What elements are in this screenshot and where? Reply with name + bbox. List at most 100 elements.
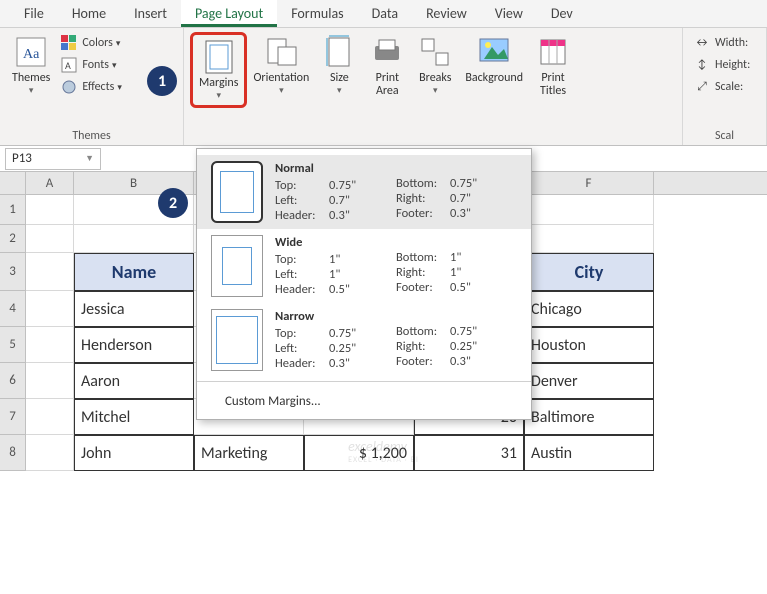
height-control[interactable]: ↕Height: [689, 54, 754, 76]
custom-margins-item[interactable]: Custom Margins... [197, 386, 531, 413]
cell-city[interactable]: Chicago [524, 291, 654, 327]
background-icon [476, 34, 512, 70]
print-titles-icon [535, 34, 571, 70]
tab-insert[interactable]: Insert [120, 0, 181, 27]
cell[interactable] [26, 399, 74, 435]
select-all-corner[interactable] [0, 172, 26, 194]
tab-file[interactable]: File [10, 0, 58, 27]
ribbon-tabs: File Home Insert Page Layout Formulas Da… [0, 0, 767, 28]
effects-button[interactable]: Effects▾ [56, 76, 125, 98]
cell-name[interactable]: Jessica [74, 291, 194, 327]
row-header[interactable]: 3 [0, 253, 26, 291]
cell-name[interactable]: Aaron [74, 363, 194, 399]
themes-icon: Aa [13, 34, 49, 70]
cell[interactable] [26, 253, 74, 291]
row-header[interactable]: 2 [0, 225, 26, 253]
chevron-down-icon: ▾ [433, 85, 438, 96]
cell[interactable] [26, 363, 74, 399]
group-scale: ↔Width: ↕Height: ⤢Scale: Scal [683, 28, 767, 145]
cell-name[interactable]: John [74, 435, 194, 471]
svg-text:A: A [65, 59, 71, 72]
margin-option-normal[interactable]: Normal Top:0.75" Left:0.7" Header:0.3" B… [197, 155, 531, 229]
fonts-button[interactable]: AFonts▾ [56, 54, 125, 76]
margins-button[interactable]: Margins ▾ [190, 32, 247, 108]
cell-dept[interactable]: Marketing [194, 435, 304, 471]
themes-button[interactable]: Aa Themes ▾ [6, 32, 56, 98]
cell-age[interactable]: 31 [414, 435, 524, 471]
colors-button[interactable]: Colors▾ [56, 32, 125, 54]
margin-option-narrow[interactable]: Narrow Top:0.75" Left:0.25" Header:0.3" … [197, 303, 531, 377]
cell[interactable] [26, 195, 74, 225]
fonts-icon: A [60, 56, 78, 74]
tab-page-layout[interactable]: Page Layout [181, 0, 277, 27]
callout-badge-1: 1 [147, 66, 177, 96]
table-header-city[interactable]: City [524, 253, 654, 291]
cell[interactable] [26, 435, 74, 471]
group-page-setup: Margins ▾ Orientation ▾ Size ▾ Print Are… [184, 28, 683, 145]
width-control[interactable]: ↔Width: [689, 32, 752, 54]
cell-name[interactable]: Mitchel [74, 399, 194, 435]
cell-name[interactable]: Henderson [74, 327, 194, 363]
group-label-themes: Themes [6, 127, 177, 143]
cell[interactable] [524, 195, 654, 225]
margins-dropdown: Normal Top:0.75" Left:0.7" Header:0.3" B… [196, 148, 532, 420]
row-header[interactable]: 6 [0, 363, 26, 399]
cell[interactable] [26, 225, 74, 253]
effects-icon [60, 78, 78, 96]
margins-icon [201, 39, 237, 75]
row-header[interactable]: 1 [0, 195, 26, 225]
callout-badge-2: 2 [158, 188, 188, 218]
cell[interactable] [74, 225, 194, 253]
cell-city[interactable]: Austin [524, 435, 654, 471]
breaks-icon [417, 34, 453, 70]
background-button[interactable]: Background [459, 32, 529, 87]
width-icon: ↔ [693, 34, 711, 52]
cell[interactable] [26, 291, 74, 327]
margin-option-wide[interactable]: Wide Top:1" Left:1" Header:0.5" Bottom:1… [197, 229, 531, 303]
cell-city[interactable]: Baltimore [524, 399, 654, 435]
margin-preview-icon [211, 161, 263, 223]
colors-icon [60, 34, 78, 52]
chevron-down-icon: ▾ [337, 85, 342, 96]
chevron-down-icon: ▾ [216, 90, 221, 101]
watermark: exceldemyEXCEL · DATA · BI [348, 438, 419, 465]
margin-preview-icon [211, 235, 263, 297]
tab-review[interactable]: Review [412, 0, 481, 27]
tab-formulas[interactable]: Formulas [277, 0, 357, 27]
margin-preview-icon [211, 309, 263, 371]
print-titles-button[interactable]: Print Titles [529, 32, 577, 100]
cell[interactable] [26, 327, 74, 363]
tab-view[interactable]: View [481, 0, 537, 27]
print-area-icon [369, 34, 405, 70]
svg-text:Aa: Aa [23, 47, 40, 62]
orientation-button[interactable]: Orientation ▾ [247, 32, 315, 98]
tab-home[interactable]: Home [58, 0, 120, 27]
row-header[interactable]: 4 [0, 291, 26, 327]
col-header[interactable]: F [524, 172, 654, 194]
tab-dev[interactable]: Dev [537, 0, 587, 27]
separator [197, 381, 531, 382]
chevron-down-icon: ▼ [85, 153, 94, 164]
breaks-button[interactable]: Breaks ▾ [411, 32, 459, 98]
scale-icon: ⤢ [693, 78, 711, 96]
orientation-icon [263, 34, 299, 70]
cell-city[interactable]: Houston [524, 327, 654, 363]
chevron-down-icon: ▾ [29, 85, 34, 96]
size-button[interactable]: Size ▾ [315, 32, 363, 98]
row-header[interactable]: 5 [0, 327, 26, 363]
name-box[interactable]: P13▼ [5, 148, 101, 170]
tab-data[interactable]: Data [358, 0, 412, 27]
scale-control[interactable]: ⤢Scale: [689, 76, 747, 98]
ribbon-body: Aa Themes ▾ Colors▾ AFonts▾ Effects▾ The… [0, 28, 767, 146]
cell-city[interactable]: Denver [524, 363, 654, 399]
height-icon: ↕ [693, 56, 711, 74]
row-header[interactable]: 8 [0, 435, 26, 471]
print-area-button[interactable]: Print Area [363, 32, 411, 100]
group-label-scale: Scal [689, 127, 760, 143]
row-header[interactable]: 7 [0, 399, 26, 435]
chevron-down-icon: ▾ [279, 85, 284, 96]
cell[interactable] [524, 225, 654, 253]
table-header-name[interactable]: Name [74, 253, 194, 291]
size-icon [321, 34, 357, 70]
col-header[interactable]: A [26, 172, 74, 194]
